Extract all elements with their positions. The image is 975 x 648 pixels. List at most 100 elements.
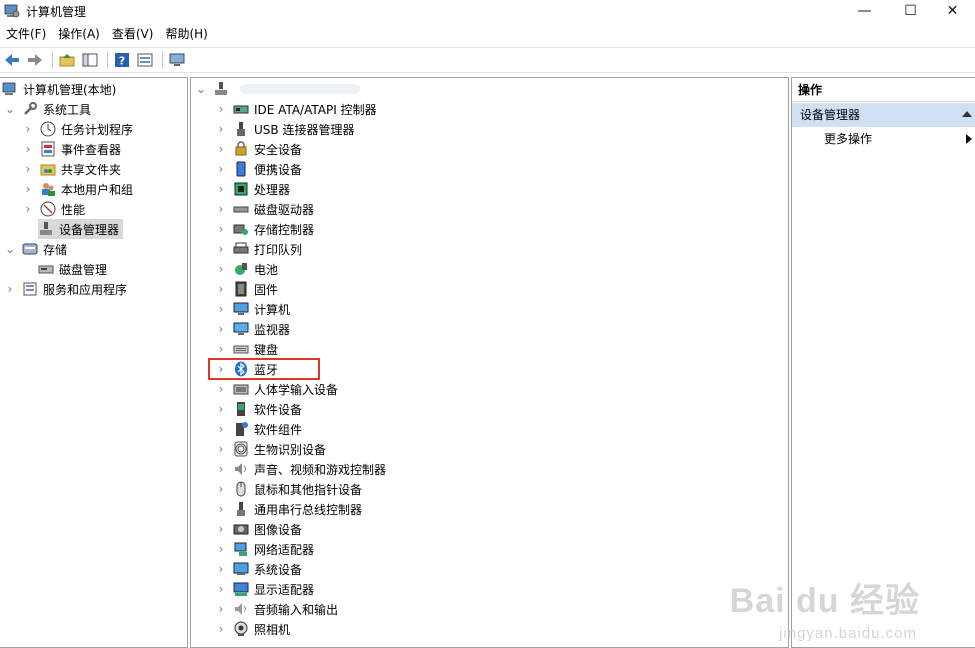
- forward-arrow-icon[interactable]: [25, 50, 45, 70]
- maximize-button[interactable]: ☐: [888, 0, 933, 22]
- chevron-right-icon[interactable]: ›: [215, 582, 227, 596]
- chevron-right-icon[interactable]: ›: [215, 142, 227, 156]
- chevron-right-icon[interactable]: ›: [215, 622, 227, 636]
- tree-item-computer-management[interactable]: 计算机管理(本地): [2, 79, 116, 99]
- tree-item-services-apps[interactable]: › 服务和应用程序: [4, 279, 127, 299]
- chevron-right-icon[interactable]: ›: [215, 342, 227, 356]
- device-category-usb-controller[interactable]: › 通用串行总线控制器: [215, 499, 362, 519]
- chevron-down-icon[interactable]: ⌄: [4, 242, 16, 256]
- device-category-label: 键盘: [254, 342, 279, 357]
- chevron-right-icon[interactable]: ›: [215, 482, 227, 496]
- chevron-right-icon[interactable]: ›: [22, 182, 34, 196]
- device-category-battery[interactable]: › 电池: [215, 259, 278, 279]
- device-category-network-adapter[interactable]: › 网络适配器: [215, 539, 314, 559]
- actions-section-device-manager[interactable]: 设备管理器: [792, 103, 975, 127]
- close-button[interactable]: ✕: [930, 0, 975, 22]
- chevron-right-icon[interactable]: ›: [215, 122, 227, 136]
- chevron-right-icon[interactable]: ›: [215, 502, 227, 516]
- tree-item-local-users[interactable]: › 本地用户和组: [22, 179, 133, 199]
- chevron-right-icon[interactable]: ›: [215, 542, 227, 556]
- tree-item-label: 服务和应用程序: [43, 282, 128, 297]
- chevron-right-icon[interactable]: ›: [215, 322, 227, 336]
- properties-icon[interactable]: [135, 50, 155, 70]
- device-category-firmware[interactable]: › 固件: [215, 279, 278, 299]
- chevron-right-icon[interactable]: ›: [215, 302, 227, 316]
- chevron-right-icon[interactable]: ›: [215, 182, 227, 196]
- software-device-icon: [233, 401, 249, 417]
- chevron-right-icon[interactable]: ›: [215, 442, 227, 456]
- chevron-right-icon[interactable]: ›: [22, 162, 34, 176]
- device-category-camera[interactable]: › 照相机: [215, 619, 290, 639]
- chevron-right-icon[interactable]: ›: [4, 282, 16, 296]
- scan-hardware-icon[interactable]: [167, 50, 187, 70]
- more-actions-item[interactable]: 更多操作: [792, 128, 975, 150]
- chevron-right-icon[interactable]: ›: [22, 142, 34, 156]
- tree-item-shared-folders[interactable]: › 共享文件夹: [22, 159, 121, 179]
- back-arrow-icon[interactable]: [2, 50, 22, 70]
- device-category-software-device[interactable]: › 软件设备: [215, 399, 302, 419]
- device-category-printer[interactable]: › 打印队列: [215, 239, 302, 259]
- menu-file[interactable]: 文件(F): [0, 24, 52, 45]
- tree-item-system-tools[interactable]: ⌄ 系统工具: [4, 99, 91, 119]
- chevron-down-icon[interactable]: ⌄: [4, 102, 16, 116]
- device-category-sound[interactable]: › 声音、视频和游戏控制器: [215, 459, 386, 479]
- chevron-right-icon[interactable]: ›: [22, 122, 34, 136]
- device-category-storage-controller[interactable]: › 存储控制器: [215, 219, 314, 239]
- chevron-right-icon[interactable]: ›: [215, 242, 227, 256]
- chevron-right-icon[interactable]: ›: [215, 202, 227, 216]
- tree-item-performance[interactable]: › 性能: [22, 199, 85, 219]
- title-bar: 计算机管理: [0, 0, 975, 22]
- device-category-audio-io[interactable]: › 音频输入和输出: [215, 599, 338, 619]
- chevron-right-icon[interactable]: ›: [215, 102, 227, 116]
- device-category-disk-drive[interactable]: › 磁盘驱动器: [215, 199, 314, 219]
- help-icon[interactable]: ?: [112, 50, 132, 70]
- device-category-hid[interactable]: › 人体学输入设备: [215, 379, 338, 399]
- tree-item-device-manager[interactable]: 设备管理器: [38, 219, 124, 239]
- chevron-right-icon[interactable]: ›: [215, 562, 227, 576]
- chevron-right-icon[interactable]: ›: [215, 462, 227, 476]
- chevron-down-icon[interactable]: ⌄: [195, 82, 207, 96]
- processor-icon: [233, 181, 249, 197]
- performance-icon: [40, 201, 56, 217]
- device-category-portable-device[interactable]: › 便携设备: [215, 159, 302, 179]
- chevron-right-icon[interactable]: ›: [22, 202, 34, 216]
- chevron-right-icon[interactable]: ›: [215, 162, 227, 176]
- tree-item-task-scheduler[interactable]: › 任务计划程序: [22, 119, 133, 139]
- device-category-display-adapter[interactable]: › 显示适配器: [215, 579, 314, 599]
- chevron-right-icon[interactable]: ›: [215, 422, 227, 436]
- security-device-icon: [233, 141, 249, 157]
- chevron-right-icon[interactable]: ›: [215, 382, 227, 396]
- device-category-usb[interactable]: › USB 连接器管理器: [215, 119, 354, 139]
- device-category-imaging-device[interactable]: › 图像设备: [215, 519, 302, 539]
- chevron-right-icon[interactable]: ›: [215, 262, 227, 276]
- device-tree-root[interactable]: ⌄: [195, 79, 360, 99]
- chevron-right-icon[interactable]: ›: [215, 522, 227, 536]
- device-category-software-component[interactable]: › 软件组件: [215, 419, 302, 439]
- tree-item-event-viewer[interactable]: › 事件查看器: [22, 139, 121, 159]
- collapse-triangle-icon[interactable]: [962, 111, 972, 117]
- storage-controller-icon: [233, 221, 249, 237]
- device-category-biometric[interactable]: › 生物识别设备: [215, 439, 326, 459]
- menu-help[interactable]: 帮助(H): [159, 24, 213, 45]
- show-hide-tree-icon[interactable]: [80, 50, 100, 70]
- device-category-system-device[interactable]: › 系统设备: [215, 559, 302, 579]
- device-category-processor[interactable]: › 处理器: [215, 179, 290, 199]
- chevron-right-icon[interactable]: ›: [215, 602, 227, 616]
- device-category-computer[interactable]: › 计算机: [215, 299, 290, 319]
- biometric-icon: [233, 441, 249, 457]
- tree-item-storage[interactable]: ⌄ 存储: [4, 239, 67, 259]
- device-category-mouse[interactable]: › 鼠标和其他指针设备: [215, 479, 362, 499]
- chevron-right-icon[interactable]: ›: [215, 222, 227, 236]
- tree-item-disk-management[interactable]: 磁盘管理: [38, 259, 107, 279]
- chevron-right-icon[interactable]: ›: [215, 402, 227, 416]
- minimize-button[interactable]: —: [842, 0, 887, 22]
- device-category-ide-controller[interactable]: › IDE ATA/ATAPI 控制器: [215, 99, 377, 119]
- menu-view[interactable]: 查看(V): [106, 24, 160, 45]
- actions-header: 操作: [792, 78, 975, 102]
- device-category-monitor[interactable]: › 监视器: [215, 319, 290, 339]
- chevron-right-icon[interactable]: ›: [215, 282, 227, 296]
- device-category-keyboard[interactable]: › 键盘: [215, 339, 278, 359]
- up-folder-icon[interactable]: [57, 50, 77, 70]
- device-category-security-device[interactable]: › 安全设备: [215, 139, 302, 159]
- menu-action[interactable]: 操作(A): [52, 24, 106, 45]
